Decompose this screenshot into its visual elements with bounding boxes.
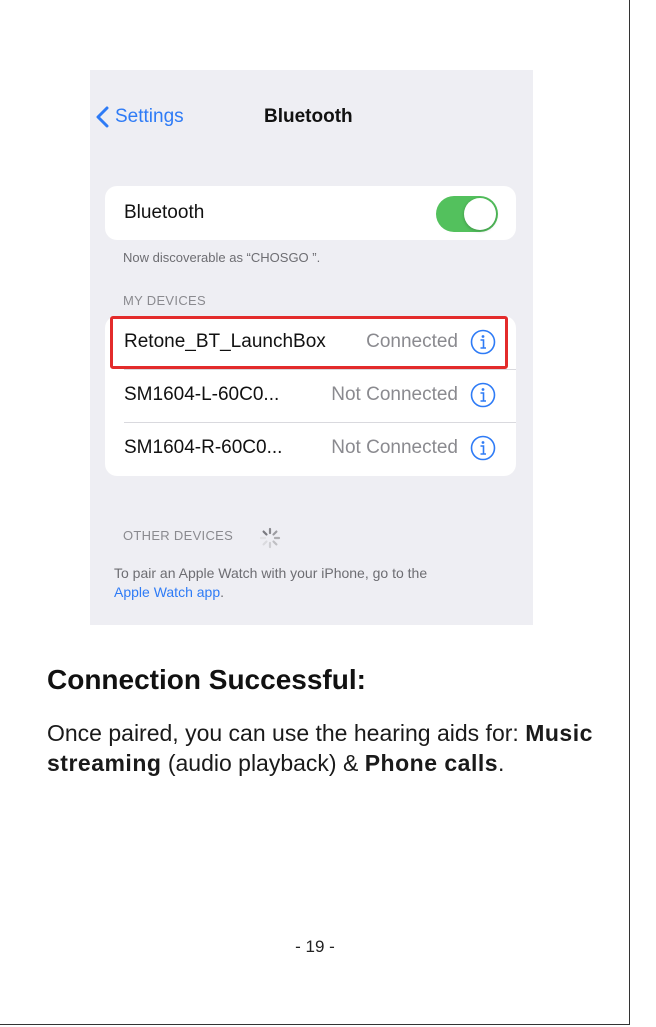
body-paragraph: Once paired, you can use the hearing aid…	[47, 718, 607, 778]
back-button[interactable]: Settings	[96, 106, 184, 128]
page-number: - 19 -	[295, 937, 335, 956]
apple-watch-pair-note: To pair an Apple Watch with your iPhone,…	[114, 564, 427, 602]
iphone-bluetooth-screenshot: Settings Bluetooth Bluetooth Now discove…	[90, 70, 533, 625]
manual-page: Settings Bluetooth Bluetooth Now discove…	[0, 0, 630, 1025]
loading-spinner-icon	[259, 527, 281, 549]
info-icon[interactable]	[470, 382, 496, 408]
bluetooth-label: Bluetooth	[124, 202, 205, 223]
device-name: SM1604-L-60C0...	[124, 384, 280, 405]
discoverable-note: Now discoverable as “CHOSGO ”.	[123, 250, 321, 265]
my-devices-header: MY DEVICES	[123, 293, 206, 308]
info-icon[interactable]	[470, 435, 496, 461]
other-devices-header: OTHER DEVICES	[123, 528, 234, 543]
toggle-knob	[464, 198, 496, 230]
section-heading: Connection Successful:	[47, 664, 366, 695]
device-status: Not Connected	[331, 384, 458, 405]
phone-calls-term: Phone calls	[364, 750, 499, 776]
body-text-1: Once paired, you can use the hearing aid…	[47, 720, 526, 746]
device-row[interactable]: SM1604-L-60C0... Not Connected	[105, 369, 516, 422]
device-row[interactable]: SM1604-R-60C0... Not Connected	[105, 422, 516, 475]
nav-title: Bluetooth	[264, 106, 353, 127]
device-status: Not Connected	[331, 437, 458, 458]
pair-end: .	[220, 584, 224, 600]
bluetooth-toggle-row: Bluetooth	[105, 186, 516, 240]
connected-device-highlight	[110, 316, 508, 369]
apple-watch-app-link[interactable]: Apple Watch app	[114, 584, 220, 600]
pair-text: To pair an Apple Watch with your iPhone,…	[114, 565, 428, 581]
device-name: SM1604-R-60C0...	[124, 437, 283, 458]
body-text-2: (audio playback) &	[161, 750, 365, 776]
back-label: Settings	[115, 106, 184, 127]
bluetooth-toggle[interactable]	[436, 196, 498, 232]
chevron-left-icon	[96, 106, 109, 128]
body-text-3: .	[498, 750, 505, 776]
